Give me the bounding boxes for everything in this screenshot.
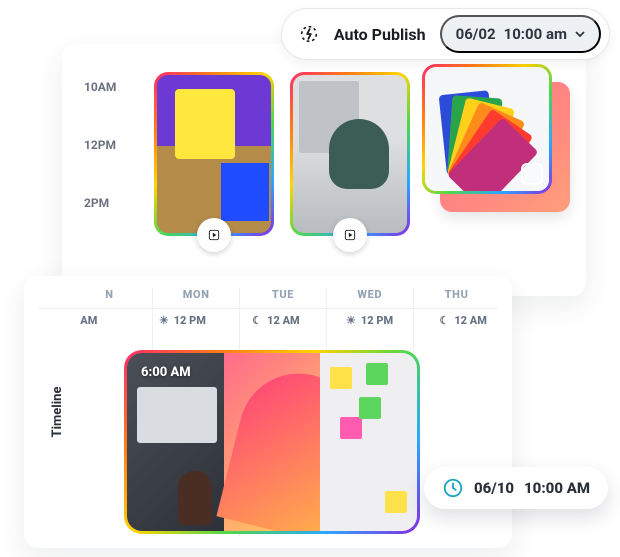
lightning-refresh-icon [298,23,320,45]
sun-icon: ☀ [159,314,169,327]
thumb-image [425,67,549,191]
day-header-row: N MON TUE WED THU [66,288,500,301]
time-header: ☀12 PM [323,314,417,327]
day-schedule-card: 10AM 12PM 2PM [62,44,586,296]
schedule-datetime-button[interactable]: 06/02 10:00 am [440,15,601,53]
caret-down-icon [575,25,585,43]
scheduled-post-thumb[interactable] [290,72,410,236]
play-icon [197,218,231,252]
schedule-time: 10:00 am [504,25,567,43]
moon-icon: ☾ [252,314,262,327]
time-header: ☾12 AM [416,314,510,327]
schedule-tooltip[interactable]: 06/10 10:00 AM [424,467,608,509]
time-axis: 10AM 12PM 2PM [84,80,116,210]
scheduled-post-thumb[interactable] [154,72,274,236]
scheduled-post-stack[interactable] [422,64,570,212]
day-header: MON [153,288,240,301]
auto-publish-label: Auto Publish [334,25,426,44]
pane-image [320,353,417,531]
auto-publish-bar: Auto Publish 06/02 10:00 am [281,8,610,60]
day-header: N [66,288,153,301]
time-header: ☀12 PM [136,314,230,327]
schedule-date: 06/02 [456,25,496,43]
tooltip-time: 10:00 AM [524,479,590,497]
time-label: 12PM [84,138,116,152]
carousel-icon [521,163,543,185]
sun-icon: ☀ [346,314,356,327]
play-icon [333,218,367,252]
time-label: 2PM [84,196,116,210]
tooltip-date: 06/10 [474,479,514,497]
timeline-label: Timeline [50,387,65,438]
time-header-row: AM ☀12 PM ☾12 AM ☀12 PM ☾12 AM [42,314,510,327]
overlay-timestamp: 6:00 AM [141,365,191,380]
day-header: TUE [240,288,327,301]
day-header: WED [326,288,413,301]
timeline-post-thumb[interactable]: 6:00 AM [124,350,420,534]
time-header: ☾12 AM [229,314,323,327]
day-header: THU [413,288,500,301]
thumb-image [293,75,407,233]
moon-icon: ☾ [439,314,449,327]
time-label: 10AM [84,80,116,94]
time-header: AM [42,314,136,327]
pane-image: 6:00 AM [127,353,224,531]
thumb-image [157,75,271,233]
pane-image [224,353,321,531]
clock-icon [442,477,464,499]
